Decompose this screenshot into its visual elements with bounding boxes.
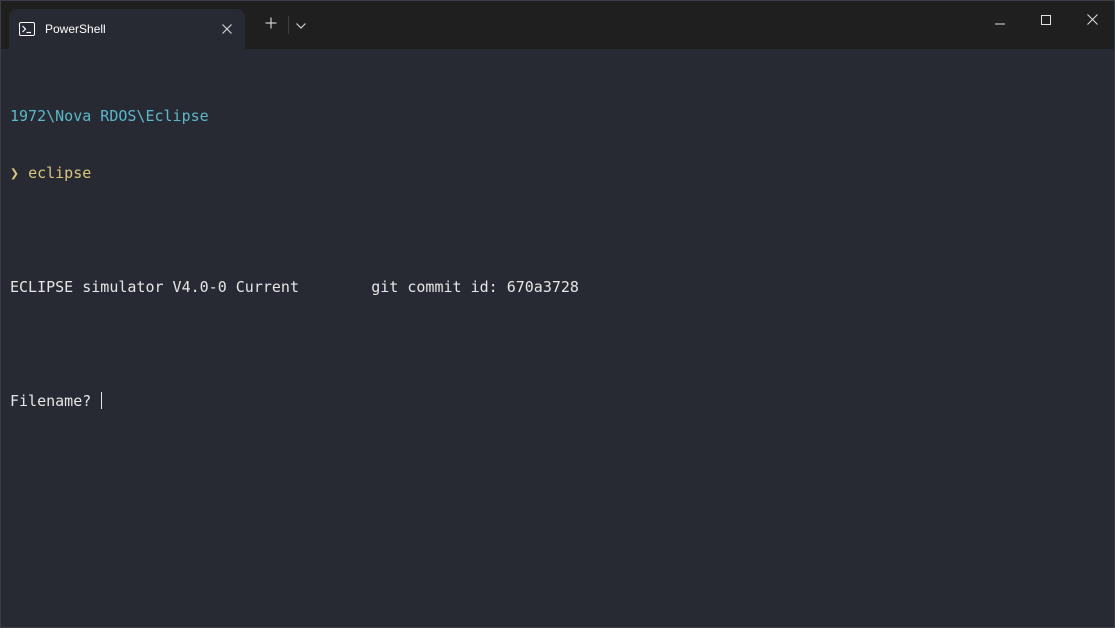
filename-prompt: Filename? <box>10 392 92 410</box>
text-cursor <box>101 392 103 409</box>
close-icon <box>1086 12 1098 30</box>
prompt-path: 1972\Nova RDOS\Eclipse <box>10 107 209 125</box>
close-window-button[interactable] <box>1069 1 1114 41</box>
prompt-path-line: 1972\Nova RDOS\Eclipse <box>10 107 1105 126</box>
command-text: eclipse <box>28 164 92 182</box>
title-bar[interactable]: PowerShell <box>1 1 1114 49</box>
maximize-icon <box>1041 12 1051 30</box>
minimize-icon <box>995 12 1005 30</box>
version-line: ECLIPSE simulator V4.0-0 Current git com… <box>10 278 1105 297</box>
chevron-down-icon <box>296 16 306 34</box>
profile-dropdown-button[interactable] <box>291 11 311 39</box>
maximize-button[interactable] <box>1023 1 1069 41</box>
version-text: ECLIPSE simulator V4.0-0 Current <box>10 278 299 296</box>
new-tab-button[interactable] <box>257 11 285 39</box>
prompt-symbol: ❯ <box>10 164 20 182</box>
tab-title: PowerShell <box>45 22 106 36</box>
plus-icon <box>265 16 277 34</box>
terminal-output[interactable]: 1972\Nova RDOS\Eclipse ❯ eclipse ECLIPSE… <box>10 69 1105 627</box>
minimize-button[interactable] <box>977 1 1023 41</box>
tab-powershell[interactable]: PowerShell <box>9 9 245 49</box>
terminal-window: PowerShell 1972\Nova RDOS\Eclipse ❯ ecli… <box>0 0 1115 628</box>
tab-close-icon[interactable] <box>213 15 241 43</box>
powershell-icon <box>19 22 35 36</box>
titlebar-divider <box>288 16 289 34</box>
command-line: ❯ eclipse <box>10 164 1105 183</box>
filename-prompt-line[interactable]: Filename? <box>10 392 1105 411</box>
commit-text: git commit id: 670a3728 <box>371 278 579 296</box>
